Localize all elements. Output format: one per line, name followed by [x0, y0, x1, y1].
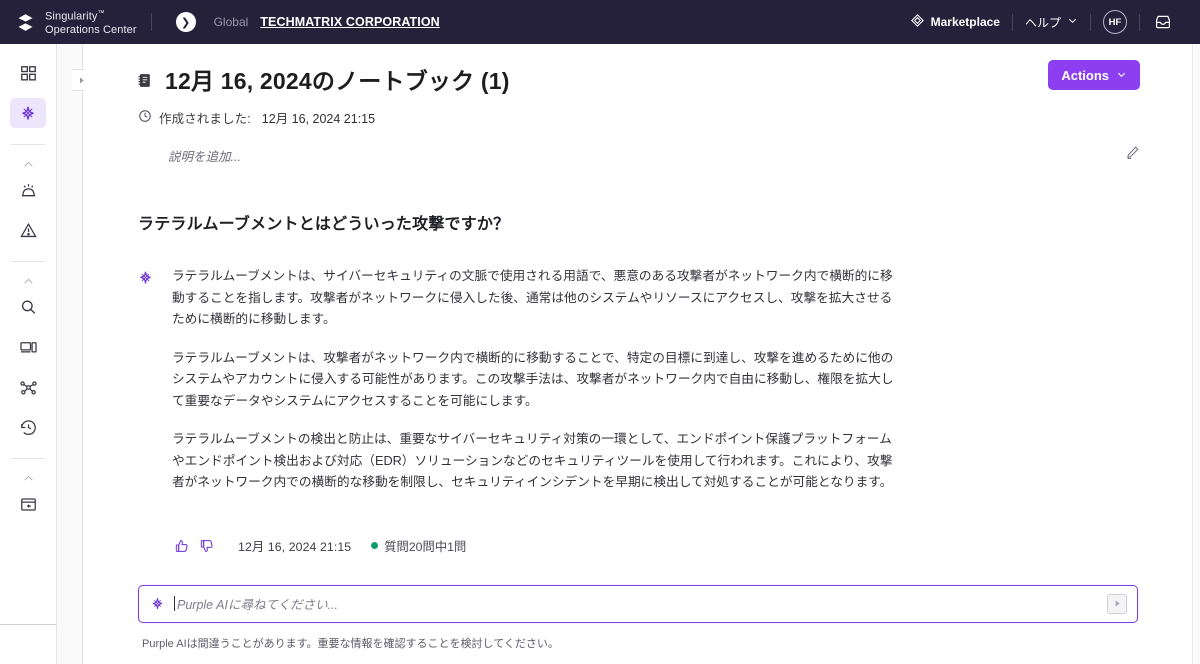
- notebook-main-panel: Actions 12月 16, 2024のノートブック (1) 作成されました:…: [84, 44, 1192, 664]
- answer-block: ラテラルムーブメントは、サイバーセキュリティの文脈で使用される用語で、悪意のある…: [136, 266, 1140, 511]
- description-placeholder: 説明を追加...: [168, 149, 241, 164]
- sidebar-item-incidents[interactable]: [10, 215, 46, 245]
- user-account-menu[interactable]: HF: [1091, 10, 1139, 34]
- prompt-input-box[interactable]: Purple AIに尋ねてください...: [138, 584, 1138, 623]
- clock-rewind-icon: [20, 419, 36, 435]
- right-edge-gutter: [1192, 44, 1200, 664]
- marketplace-label: Marketplace: [930, 15, 1000, 29]
- node-graph-icon: [19, 380, 37, 394]
- prompt-input-placeholder: Purple AIに尋ねてください...: [177, 598, 338, 612]
- quota-status-dot: [371, 542, 379, 549]
- page-title: 12月 16, 2024のノートブック (1): [165, 68, 510, 94]
- actions-button[interactable]: Actions: [1048, 60, 1140, 90]
- help-menu[interactable]: ヘルプ: [1013, 14, 1090, 31]
- answer-paragraph: ラテラルムーブメントは、攻撃者がネットワーク内で横断的に移動することで、特定の目…: [172, 350, 894, 408]
- question-text: ラテラルムーブメントとはどういった攻撃ですか？: [138, 216, 510, 233]
- rail-divider: [11, 261, 45, 262]
- answer-paragraphs: ラテラルムーブメントは、サイバーセキュリティの文脈で使用される用語で、悪意のある…: [172, 266, 897, 511]
- actions-label: Actions: [1061, 67, 1109, 83]
- description-row[interactable]: 説明を追加...: [168, 145, 1140, 165]
- rail-section-collapse-1[interactable]: [10, 153, 46, 175]
- product-name-line2: Operations Center: [45, 23, 137, 36]
- prompt-area: Purple AIに尋ねてください... Purple AIは間違うことがありま…: [138, 584, 1138, 651]
- warning-triangle-icon: [19, 222, 37, 237]
- breadcrumb-scope[interactable]: Global: [214, 15, 249, 29]
- send-arrow-icon: [1115, 600, 1120, 607]
- sidebar-item-alerts[interactable]: [10, 175, 46, 205]
- topbar-divider: [150, 13, 152, 31]
- inbox-button[interactable]: [1140, 11, 1186, 33]
- answer-paragraph: ラテラルムーブメントの検出と防止は、重要なサイバーセキュリティ対策の一環として、…: [172, 432, 893, 489]
- sidebar-item-graph[interactable]: [10, 372, 46, 402]
- help-label: ヘルプ: [1024, 15, 1061, 30]
- monitor-icon: [19, 341, 37, 352]
- rail-section-collapse-3[interactable]: [10, 467, 46, 489]
- answer-timestamp: 12月 16, 2024 21:15: [238, 539, 352, 554]
- marketplace-diamond-icon: [910, 13, 925, 31]
- rail-divider: [11, 144, 45, 145]
- chevron-right-circle-icon[interactable]: ❯: [175, 12, 196, 32]
- top-navigation-bar: Singularity™ Operations Center ❯ Global …: [0, 0, 1200, 44]
- product-name-line1: Singularity: [45, 10, 98, 23]
- singularity-logo-icon: [14, 11, 36, 33]
- purple-ai-star-icon: [22, 106, 34, 120]
- purple-ai-star-icon: [149, 595, 166, 612]
- created-value: 12月 16, 2024 21:15: [261, 112, 376, 126]
- created-timestamp-row: 作成されました: 12月 16, 2024 21:15: [138, 108, 1140, 127]
- created-label: 作成されました:: [159, 112, 251, 126]
- send-button[interactable]: [1107, 593, 1127, 614]
- quota-text: 質問20問中1問: [384, 539, 467, 554]
- grid-squares-icon: [20, 65, 36, 81]
- trademark-symbol: ™: [97, 10, 105, 18]
- pencil-icon[interactable]: [1125, 145, 1140, 165]
- panel-collapse-icon: [20, 497, 36, 511]
- page-title-row: 12月 16, 2024のノートブック (1): [136, 66, 1140, 96]
- thumbs-up-icon[interactable]: [174, 538, 190, 554]
- siren-icon: [21, 183, 35, 196]
- sidebar-item-devices[interactable]: [10, 332, 46, 362]
- sidebar-item-search[interactable]: [10, 292, 46, 322]
- rail-divider: [11, 458, 45, 459]
- inbox-icon: [1152, 11, 1174, 33]
- text-caret: [174, 596, 175, 611]
- rail-bottom-strip: [0, 624, 57, 664]
- avatar: HF: [1103, 10, 1127, 34]
- rail-section-collapse-2[interactable]: [10, 270, 46, 292]
- marketplace-link[interactable]: Marketplace: [898, 13, 1012, 31]
- magnifier-icon: [21, 299, 35, 314]
- breadcrumb-organization[interactable]: TECHMATRIX CORPORATION: [260, 15, 440, 29]
- chevron-up-icon: [23, 475, 33, 481]
- sidebar-item-purple-ai[interactable]: [10, 98, 46, 128]
- chevron-down-icon: [1116, 68, 1127, 83]
- notebook-list-panel-collapsed: [57, 44, 83, 664]
- answer-paragraph: ラテラルムーブメントは、サイバーセキュリティの文脈で使用される用語で、悪意のある…: [172, 269, 893, 326]
- chevron-up-icon: [23, 161, 33, 167]
- sidebar-item-dashboard[interactable]: [10, 58, 46, 88]
- answer-meta-row: 12月 16, 2024 21:15 質問20問中1問: [174, 537, 1140, 555]
- sidebar-item-collapse-panel[interactable]: [10, 489, 46, 519]
- notebook-icon: [136, 72, 153, 94]
- brand-home-link[interactable]: Singularity™ Operations Center: [0, 7, 137, 37]
- sidebar-item-history[interactable]: [10, 412, 46, 442]
- thumbs-down-icon[interactable]: [199, 538, 215, 554]
- clock-icon: [138, 109, 152, 126]
- chevron-up-icon: [23, 278, 33, 284]
- ai-disclaimer: Purple AIは間違うことがあります。重要な情報を確認することを検討してくだ…: [142, 637, 559, 650]
- purple-ai-star-icon: [136, 266, 172, 511]
- chevron-down-icon: [1067, 15, 1078, 29]
- left-nav-rail: [0, 44, 57, 664]
